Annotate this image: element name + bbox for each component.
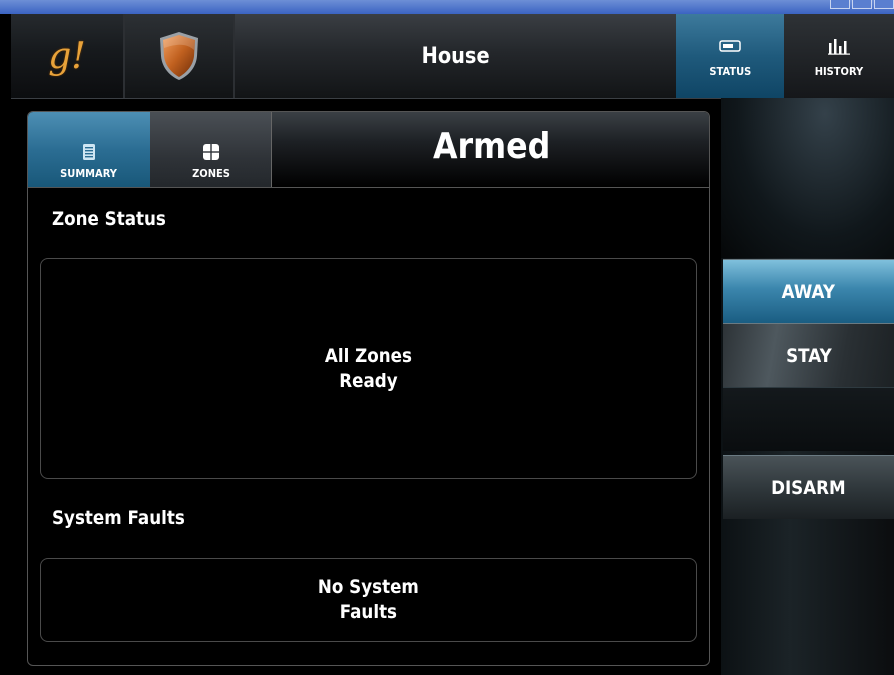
maximize-window-button[interactable] <box>852 0 872 9</box>
arming-mode-sidebar: AWAY STAY DISARM <box>721 98 894 675</box>
zone-status-line-2: Ready <box>339 369 398 392</box>
tab-zones-label: ZONES <box>191 167 230 180</box>
arm-state-header: Armed <box>272 112 709 188</box>
nav-history-button[interactable]: HISTORY <box>784 14 894 98</box>
arm-state-text: Armed <box>432 126 551 167</box>
tab-summary-label: SUMMARY <box>60 167 118 180</box>
sidebar-top-area <box>721 98 894 258</box>
system-faults-box: No System Faults <box>40 558 697 642</box>
security-shield-button[interactable] <box>125 14 235 98</box>
logo-text: g! <box>48 35 86 77</box>
system-faults-line-1: No System <box>318 576 419 598</box>
nav-history-label: HISTORY <box>814 64 864 78</box>
zone-status-box: All Zones Ready <box>40 258 697 479</box>
app-logo[interactable]: g! <box>11 14 125 98</box>
away-label: AWAY <box>781 280 836 303</box>
page-title-bar: House <box>235 14 677 98</box>
window-title-strip <box>0 0 894 14</box>
tab-zones[interactable]: ZONES <box>150 112 272 188</box>
stay-label: STAY <box>785 344 832 367</box>
tabs-divider <box>28 187 272 188</box>
away-button[interactable]: AWAY <box>723 259 894 323</box>
page-title: House <box>422 43 490 69</box>
system-faults-title: System Faults <box>52 507 185 529</box>
nav-status-label: STATUS <box>709 64 751 78</box>
security-summary-panel: SUMMARY ZONES Armed Zone Status All Zone… <box>27 111 710 666</box>
zone-status-title: Zone Status <box>52 208 166 230</box>
history-chart-icon <box>828 38 850 55</box>
nav-status-button[interactable]: STATUS <box>676 14 784 98</box>
disarm-label: DISARM <box>771 476 846 499</box>
zone-status-line-1: All Zones <box>324 344 413 367</box>
summary-icon <box>83 144 95 160</box>
disarm-button[interactable]: DISARM <box>723 455 894 519</box>
zones-icon <box>202 144 219 160</box>
system-faults-line-2: Faults <box>339 601 398 623</box>
stay-button[interactable]: STAY <box>723 323 894 387</box>
app-header: g! House STATUS HISTORY <box>11 14 894 99</box>
empty-mode-slot <box>723 387 894 451</box>
close-window-button[interactable] <box>874 0 894 9</box>
tab-summary[interactable]: SUMMARY <box>28 112 150 188</box>
shield-icon <box>160 32 198 80</box>
status-icon <box>719 39 741 52</box>
minimize-window-button[interactable] <box>830 0 850 9</box>
